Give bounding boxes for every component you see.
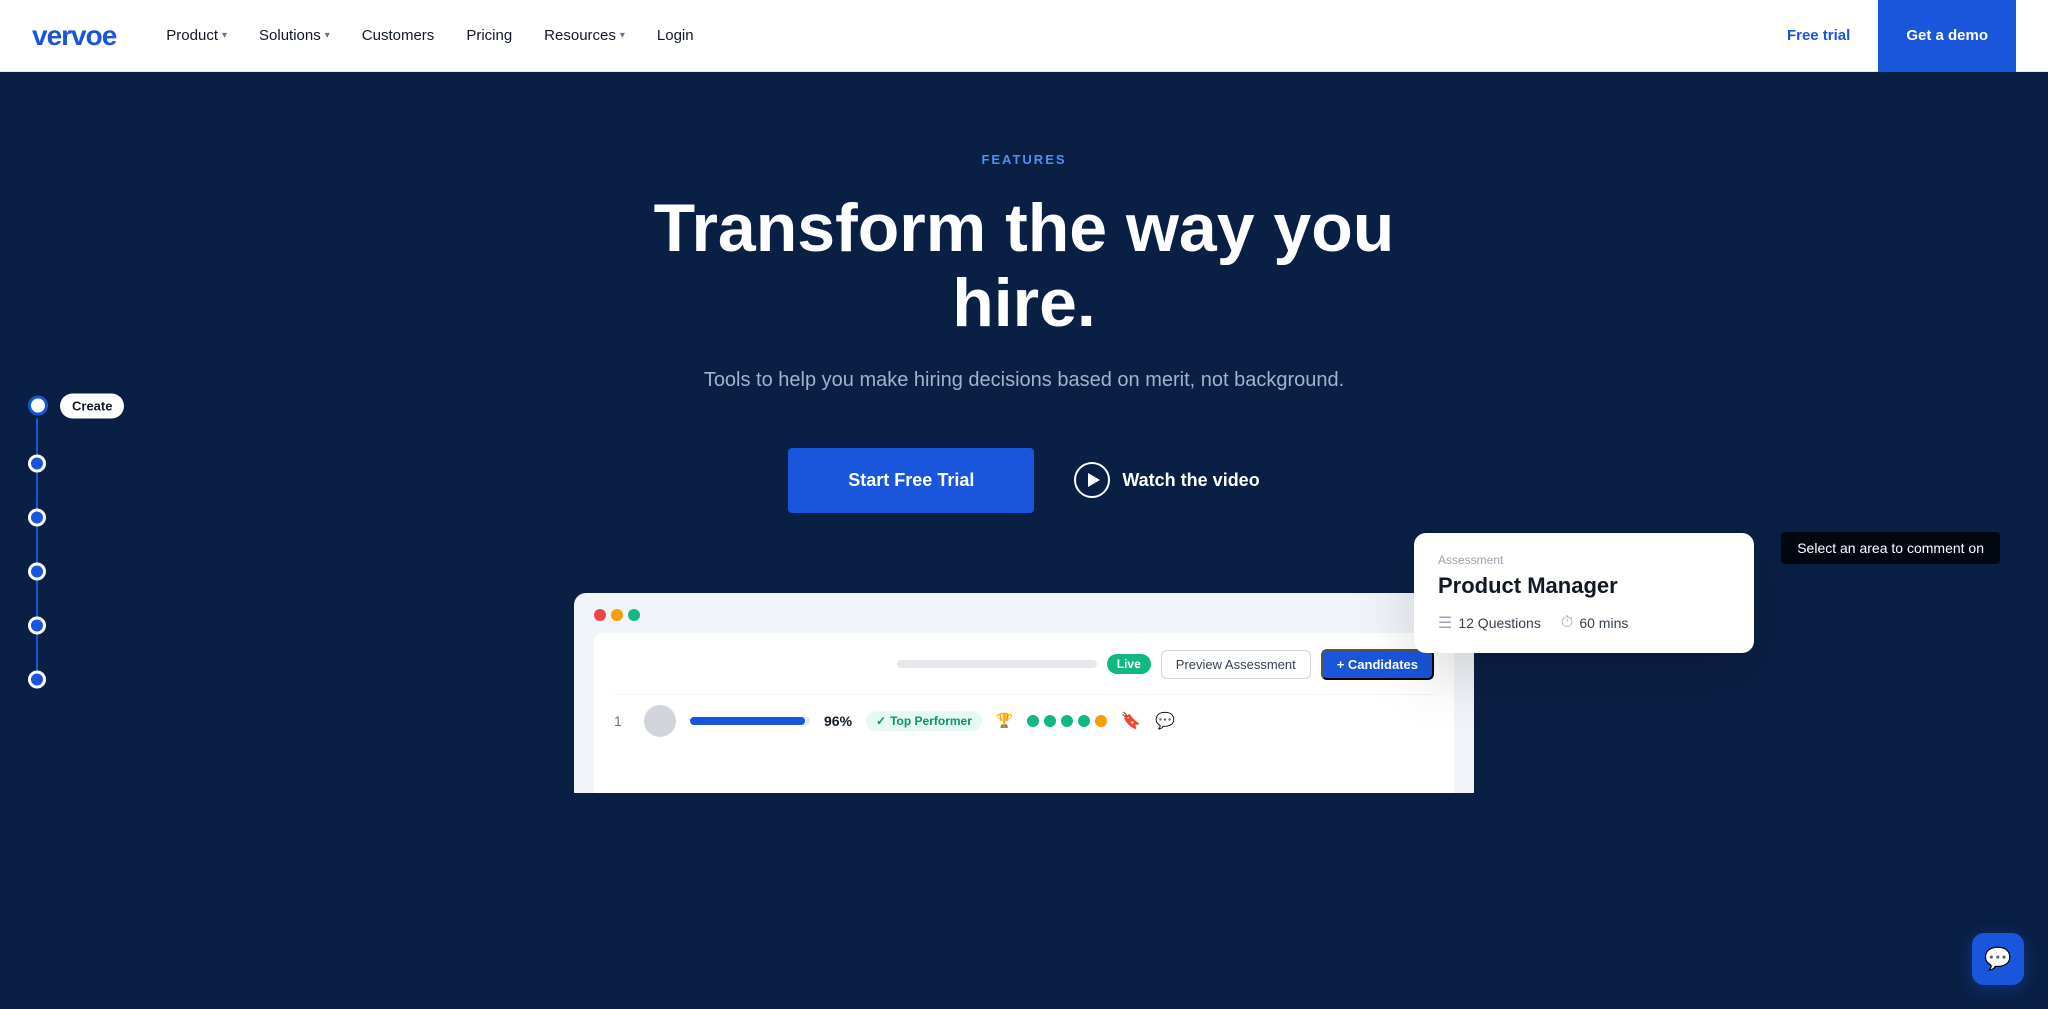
logo[interactable]: vervoe bbox=[32, 20, 116, 52]
side-nav-label: Create bbox=[60, 393, 124, 418]
check-icon: ✓ bbox=[876, 714, 886, 728]
bookmark-icon[interactable]: 🔖 bbox=[1121, 711, 1141, 731]
dashboard-header-row: Live Preview Assessment + Candidates bbox=[614, 649, 1434, 680]
score-bar bbox=[690, 717, 805, 725]
hero-subtitle: Tools to help you make hiring decisions … bbox=[704, 369, 1344, 392]
play-icon bbox=[1074, 462, 1110, 498]
assessment-meta: ☰ 12 Questions ⏱ 60 mins bbox=[1438, 613, 1730, 633]
questions-icon: ☰ bbox=[1438, 613, 1452, 633]
status-dot-green bbox=[1027, 715, 1039, 727]
live-tag: Live bbox=[1107, 654, 1151, 674]
nav-resources[interactable]: Resources ▾ bbox=[530, 19, 639, 52]
clock-icon: ⏱ bbox=[1561, 614, 1573, 632]
side-nav-line bbox=[36, 418, 38, 454]
comment-icon[interactable]: 💬 bbox=[1155, 711, 1175, 731]
side-nav-dot bbox=[28, 670, 46, 688]
get-demo-button[interactable]: Get a demo bbox=[1878, 0, 2016, 72]
time-meta: ⏱ 60 mins bbox=[1561, 614, 1629, 632]
chat-icon: 💬 bbox=[1984, 946, 2011, 972]
assessment-card: Assessment Product Manager ☰ 12 Question… bbox=[1414, 533, 1754, 653]
side-nav-line bbox=[36, 526, 38, 562]
side-nav-line bbox=[36, 472, 38, 508]
window-controls bbox=[594, 609, 640, 621]
hero-cta: Start Free Trial Watch the video bbox=[788, 448, 1259, 513]
close-window-dot bbox=[594, 609, 606, 621]
side-nav-dot-active bbox=[28, 396, 48, 416]
play-triangle bbox=[1088, 473, 1100, 487]
navbar-actions: Free trial Get a demo bbox=[1767, 0, 2016, 72]
dashboard-preview: Live Preview Assessment + Candidates 1 9… bbox=[574, 593, 1474, 793]
status-dot-green bbox=[1061, 715, 1073, 727]
navbar-links: Product ▾ Solutions ▾ Customers Pricing … bbox=[152, 19, 1767, 52]
nav-login[interactable]: Login bbox=[643, 19, 708, 52]
chevron-down-icon: ▾ bbox=[620, 30, 625, 41]
side-nav-dot bbox=[28, 616, 46, 634]
status-dots bbox=[1027, 715, 1107, 727]
dashboard-inner: Live Preview Assessment + Candidates 1 9… bbox=[594, 633, 1454, 793]
nav-customers[interactable]: Customers bbox=[348, 19, 449, 52]
title-placeholder bbox=[897, 660, 1097, 668]
avatar bbox=[644, 705, 676, 737]
side-nav-line bbox=[36, 580, 38, 616]
side-nav-dot bbox=[28, 562, 46, 580]
side-nav-item-create[interactable]: Create bbox=[28, 393, 124, 418]
chevron-down-icon: ▾ bbox=[222, 30, 227, 41]
comment-tooltip: Select an area to comment on bbox=[1781, 532, 2000, 564]
chevron-down-icon: ▾ bbox=[325, 30, 330, 41]
nav-solutions[interactable]: Solutions ▾ bbox=[245, 19, 344, 52]
top-performer-badge: ✓ Top Performer bbox=[866, 711, 982, 731]
add-candidates-button[interactable]: + Candidates bbox=[1321, 649, 1434, 680]
status-dot-green bbox=[1078, 715, 1090, 727]
side-nav-line bbox=[36, 634, 38, 670]
hero-eyebrow: FEATURES bbox=[981, 152, 1066, 167]
chat-widget[interactable]: 💬 bbox=[1972, 933, 2024, 985]
side-nav-item-3[interactable] bbox=[28, 508, 46, 526]
score-percentage: 96% bbox=[824, 713, 852, 729]
score-bar-wrap bbox=[690, 717, 810, 725]
hero-title: Transform the way you hire. bbox=[574, 191, 1474, 341]
watch-video-button[interactable]: Watch the video bbox=[1074, 462, 1259, 498]
start-free-trial-button[interactable]: Start Free Trial bbox=[788, 448, 1034, 513]
assessment-title: Product Manager bbox=[1438, 573, 1730, 599]
side-navigation: Create bbox=[28, 393, 124, 688]
navbar: vervoe Product ▾ Solutions ▾ Customers P… bbox=[0, 0, 2048, 72]
side-nav-item-4[interactable] bbox=[28, 562, 46, 580]
trophy-icon: 🏆 bbox=[996, 712, 1013, 729]
hero-section: Create FEATURES Transform the way you hi… bbox=[0, 72, 2048, 1009]
questions-meta: ☰ 12 Questions bbox=[1438, 613, 1541, 633]
nav-product[interactable]: Product ▾ bbox=[152, 19, 241, 52]
side-nav-dot bbox=[28, 508, 46, 526]
assessment-label: Assessment bbox=[1438, 553, 1730, 567]
side-nav-item-6[interactable] bbox=[28, 670, 46, 688]
status-dot-green bbox=[1044, 715, 1056, 727]
side-nav-item-5[interactable] bbox=[28, 616, 46, 634]
preview-assessment-button[interactable]: Preview Assessment bbox=[1161, 650, 1311, 679]
side-nav-item-2[interactable] bbox=[28, 454, 46, 472]
rank-number: 1 bbox=[614, 713, 630, 729]
dashboard-bar bbox=[594, 609, 1454, 621]
candidate-row: 1 96% ✓ Top Performer 🏆 🔖 bbox=[614, 694, 1434, 747]
maximize-window-dot bbox=[628, 609, 640, 621]
nav-pricing[interactable]: Pricing bbox=[452, 19, 526, 52]
minimize-window-dot bbox=[611, 609, 623, 621]
side-nav-dot bbox=[28, 454, 46, 472]
free-trial-button[interactable]: Free trial bbox=[1767, 17, 1870, 54]
status-dot-orange bbox=[1095, 715, 1107, 727]
